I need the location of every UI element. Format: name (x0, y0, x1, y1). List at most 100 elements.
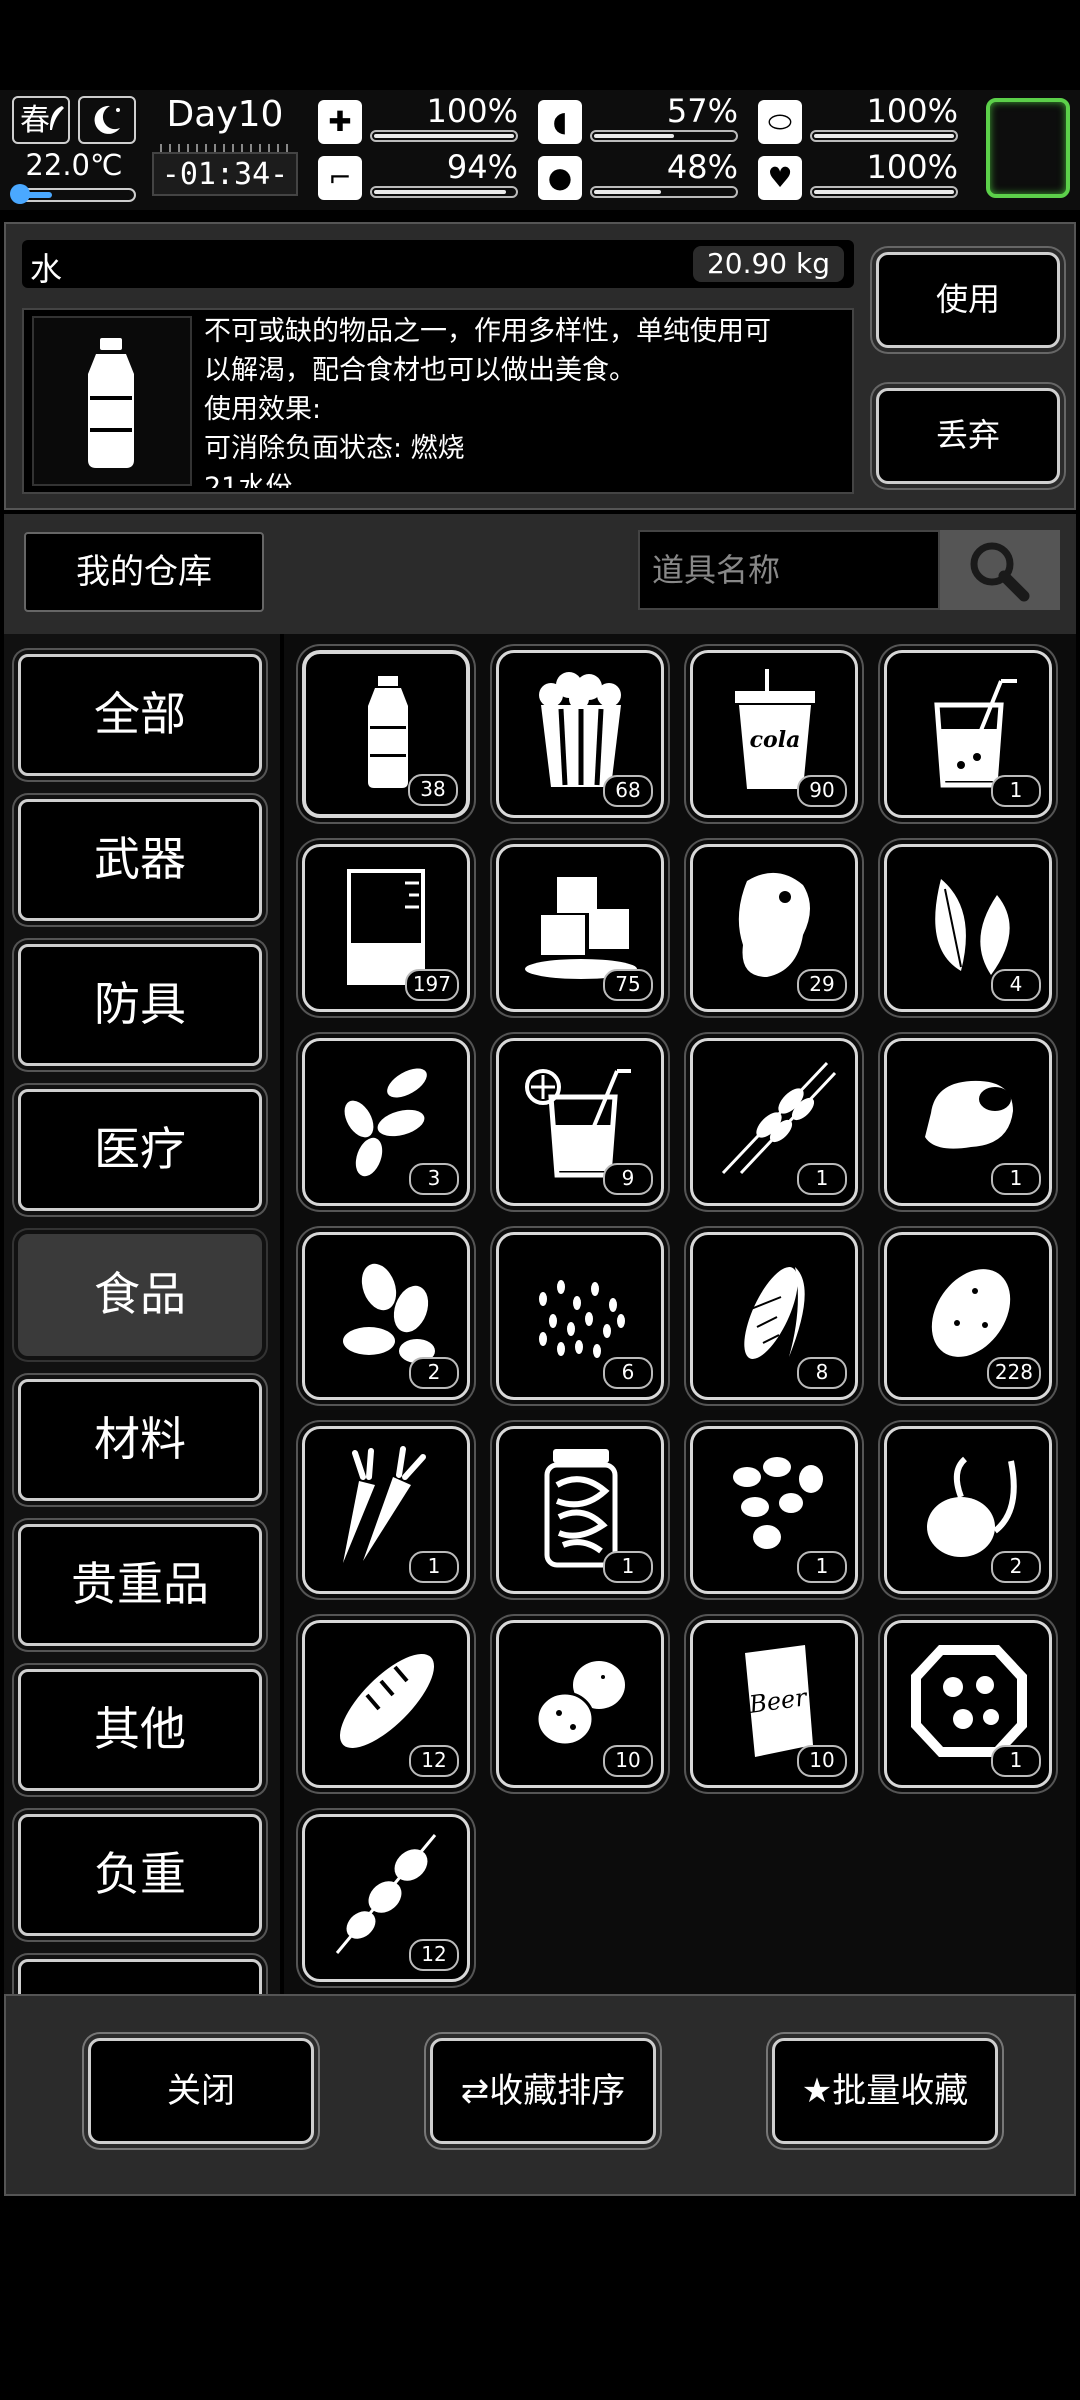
item-slot[interactable]: 75 (496, 844, 664, 1012)
category-valuables[interactable]: 贵重品 (18, 1524, 262, 1646)
item-slot[interactable]: 4 (884, 844, 1052, 1012)
cola-label: cola (750, 727, 801, 753)
item-slot[interactable]: 9 (496, 1038, 664, 1206)
status-hud: 春 22.0℃ Day10 -01:34- ✚ 100% ◖ 57% ⬭ 100… (0, 90, 1080, 210)
sort-favorites-button[interactable]: ⇄收藏排序 (430, 2038, 656, 2144)
item-description-box: 不可或缺的物品之一，作用多样性，单纯使用可 以解渴，配合食材也可以做出美食。 使… (22, 308, 854, 494)
category-materials[interactable]: 材料 (18, 1379, 262, 1501)
item-count: 38 (408, 774, 458, 806)
item-count: 29 (797, 969, 847, 1001)
item-slot[interactable]: 228 (884, 1232, 1052, 1400)
category-weapons[interactable]: 武器 (18, 799, 262, 921)
item-slot[interactable]: 1 (884, 1620, 1052, 1788)
item-count: 1 (991, 775, 1041, 807)
item-slot[interactable]: 12 (302, 1620, 470, 1788)
season-indicator: 春 (12, 96, 70, 144)
star-icon: ★ (801, 2071, 833, 2111)
temperature-gauge (10, 184, 136, 204)
stat-health-value: 100% (426, 92, 518, 130)
time-ticks (160, 144, 290, 152)
item-slot[interactable]: 38 (302, 650, 470, 818)
item-slot[interactable]: 2 (302, 1232, 470, 1400)
item-slot[interactable]: 1 (690, 1426, 858, 1594)
item-slot[interactable]: cola 90 (690, 650, 858, 818)
discard-button[interactable]: 丢弃 (876, 388, 1060, 484)
item-count: 1 (991, 1163, 1041, 1195)
item-description: 不可或缺的物品之一，作用多样性，单纯使用可 以解渴，配合食材也可以做出美食。 使… (204, 316, 771, 488)
item-count: 6 (603, 1357, 653, 1389)
stat-stamina: ⬭ 100% (758, 92, 958, 148)
item-slot[interactable]: 1 (302, 1426, 470, 1594)
search-icon (970, 542, 1030, 602)
item-count: 1 (603, 1551, 653, 1583)
item-weight: 20.90 kg (692, 246, 844, 282)
item-count: 197 (404, 969, 459, 1001)
item-count: 10 (797, 1745, 847, 1777)
temperature-readout: 22.0℃ (25, 148, 123, 182)
search-button[interactable] (940, 530, 1060, 610)
item-count: 75 (603, 969, 653, 1001)
stat-mood-value: 100% (866, 148, 958, 186)
item-slot[interactable]: 1 (884, 650, 1052, 818)
batch-favorite-label: 批量收藏 (832, 2071, 969, 2111)
item-slot[interactable]: 1 (496, 1426, 664, 1594)
sort-favorites-label: 收藏排序 (489, 2071, 626, 2111)
capsule-icon: ⬭ (758, 100, 802, 144)
search-input[interactable]: 道具名称 (638, 530, 940, 610)
category-load[interactable]: 负重 (18, 1814, 262, 1936)
category-food[interactable]: 食品 (18, 1234, 262, 1356)
stat-thirst-value: 48% (666, 148, 738, 186)
item-count: 2 (409, 1357, 459, 1389)
stat-hunger-value: 57% (666, 92, 738, 130)
batch-favorite-button[interactable]: ★批量收藏 (772, 2038, 998, 2144)
item-count: 1 (409, 1551, 459, 1583)
category-armor[interactable]: 防具 (18, 944, 262, 1066)
item-slot[interactable]: 10 (496, 1620, 664, 1788)
item-slot[interactable]: 197 (302, 844, 470, 1012)
category-more[interactable] (18, 1959, 262, 1994)
water-bottle-icon (88, 338, 134, 468)
stat-mood: ♥ 100% (758, 148, 958, 204)
item-count: 2 (991, 1551, 1041, 1583)
item-count: 90 (797, 775, 847, 807)
day-counter: Day10 (166, 94, 284, 135)
warehouse-header: 我的仓库 道具名称 (4, 514, 1076, 634)
item-slot[interactable]: 29 (690, 844, 858, 1012)
item-name: 水 (30, 250, 63, 288)
item-slot[interactable]: 1 (884, 1038, 1052, 1206)
item-slot[interactable]: 1 (690, 1038, 858, 1206)
category-all[interactable]: 全部 (18, 654, 262, 776)
quick-slot[interactable] (986, 98, 1070, 198)
stomach-icon: ◖ (538, 100, 582, 144)
item-count: 8 (797, 1357, 847, 1389)
category-other[interactable]: 其他 (18, 1669, 262, 1791)
close-button[interactable]: 关闭 (88, 2038, 314, 2144)
use-button[interactable]: 使用 (876, 252, 1060, 348)
item-slot[interactable]: 2 (884, 1426, 1052, 1594)
stat-health: ✚ 100% (318, 92, 518, 148)
item-slot[interactable]: 8 (690, 1232, 858, 1400)
item-count: 12 (409, 1939, 459, 1971)
stat-thirst: ● 48% (538, 148, 738, 204)
item-count: 3 (409, 1163, 459, 1195)
bottom-action-bar: 关闭 ⇄收藏排序 ★批量收藏 (4, 1994, 1076, 2196)
boot-icon: ⌐ (318, 156, 362, 200)
close-label: 关闭 (167, 2071, 235, 2111)
water-drop-icon: ● (538, 156, 582, 200)
item-preview (32, 316, 192, 486)
night-moon-icon (78, 96, 136, 144)
stat-walk: ⌐ 94% (318, 148, 518, 204)
stat-stamina-value: 100% (866, 92, 958, 130)
category-medical[interactable]: 医疗 (18, 1089, 262, 1211)
item-slot[interactable]: Beer 10 (690, 1620, 858, 1788)
item-slot[interactable]: 68 (496, 650, 664, 818)
item-slot[interactable]: 12 (302, 1814, 470, 1982)
feather-icon (50, 106, 64, 130)
item-detail-panel: 水 20.90 kg 不可或缺的物品之一，作用多样性，单纯使用可 以解渴，配合食… (4, 222, 1076, 510)
item-count: 228 (986, 1357, 1041, 1389)
medkit-icon: ✚ (318, 100, 362, 144)
item-slot[interactable]: 6 (496, 1232, 664, 1400)
inventory-grid: 38 68 cola 90 1 197 75 29 4 3 9 1 1 2 6 … (284, 634, 1076, 1994)
item-count: 9 (603, 1163, 653, 1195)
item-slot[interactable]: 3 (302, 1038, 470, 1206)
